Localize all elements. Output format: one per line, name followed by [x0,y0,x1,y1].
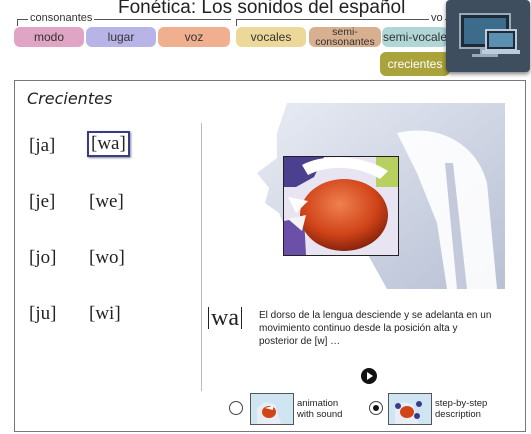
syllable-wi[interactable]: [wi] [89,303,121,325]
description-ipa: wa [208,306,242,330]
syllable-jo[interactable]: [jo] [29,247,56,269]
step-by-step-thumbnail[interactable] [388,393,432,425]
syllable-je[interactable]: [je] [29,191,55,213]
tab-semiconsonantes[interactable]: semi- consonantes [309,27,381,47]
animation-option-label: animation with sound [297,398,343,420]
syllable-ja[interactable]: [ja] [29,135,55,157]
panel-title: Crecientes [27,89,113,108]
syllable-wo[interactable]: [wo] [89,247,125,269]
syllable-wa[interactable]: [wa] [87,131,130,157]
tab-voz[interactable]: voz [158,27,230,47]
tab-lugar[interactable]: lugar [86,27,156,47]
tab-crecientes[interactable]: crecientes [380,52,450,76]
articulation-animation-frame [283,156,399,256]
tab-vocales[interactable]: vocales [236,27,306,47]
animation-radio[interactable] [229,401,243,415]
step-by-step-option-label: step-by-step description [435,398,488,420]
app-title: Fonética: Los sonidos del español [118,0,406,18]
content-panel: Crecientes [ja] [wa] [je] [we] [jo] [wo]… [14,80,526,432]
play-button[interactable] [361,368,377,384]
syllable-we[interactable]: [we] [89,191,124,213]
tab-semivocales[interactable]: semi-vocale [382,27,448,47]
step-by-step-radio[interactable] [369,401,383,415]
vocales-bracket [236,19,447,26]
consonantes-group-label: consonantes [28,12,95,24]
animation-thumbnail[interactable] [250,393,294,425]
column-divider [201,123,202,391]
computer-monitor-icon[interactable] [446,0,530,72]
syllable-ju[interactable]: [ju] [29,303,56,325]
tab-modo[interactable]: modo [14,27,84,47]
description-text: El dorso de la lengua desciende y se ade… [259,310,492,347]
vocales-group-label: vo [429,12,445,24]
